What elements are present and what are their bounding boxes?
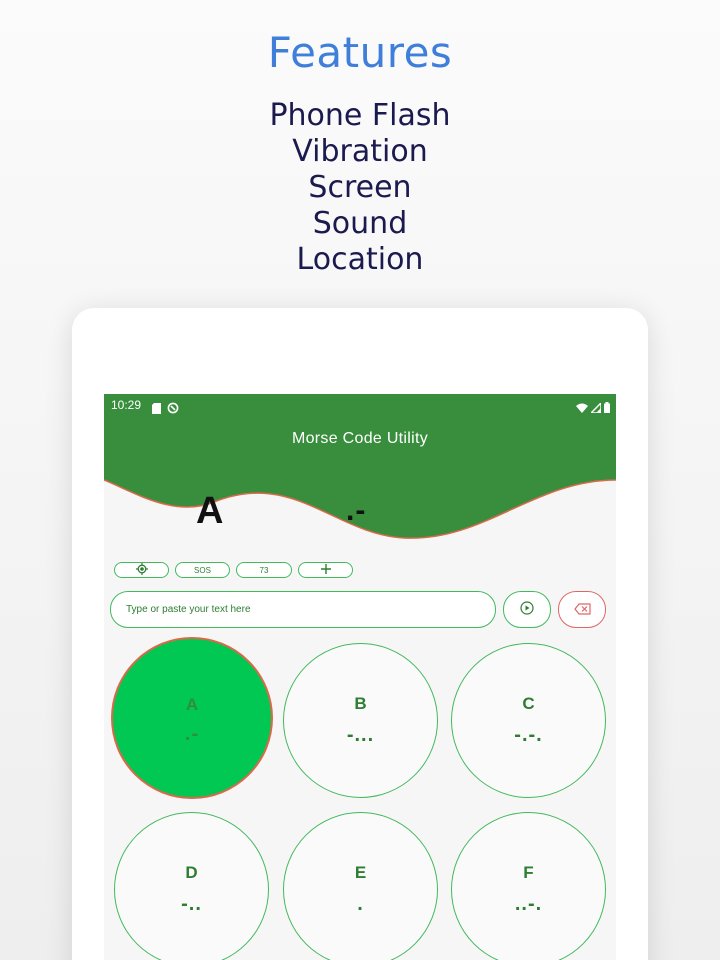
key-letter: F — [523, 863, 534, 882]
key-c[interactable]: C -.-. — [451, 643, 606, 798]
backspace-icon — [573, 600, 591, 619]
play-button[interactable] — [503, 591, 551, 628]
key-b[interactable]: B -... — [283, 643, 438, 798]
promo-title: Features — [267, 28, 453, 77]
wifi-icon — [576, 398, 588, 417]
key-letter: B — [354, 694, 367, 713]
feature-item: Phone Flash — [269, 98, 451, 133]
status-time: 10:29 — [111, 398, 142, 412]
feature-item: Location — [296, 242, 424, 277]
feature-list: Phone Flash Vibration Screen Sound Locat… — [0, 98, 720, 278]
feature-item: Vibration — [292, 134, 428, 169]
location-chip[interactable] — [114, 562, 169, 578]
app-title: Morse Code Utility — [291, 430, 429, 447]
feature-item: Sound — [312, 206, 408, 241]
key-morse: -.. — [181, 893, 202, 915]
key-letter: C — [522, 694, 535, 713]
play-circle-icon — [520, 600, 534, 619]
key-morse: . — [357, 893, 364, 915]
status-bar: 10:29 — [104, 394, 616, 416]
key-d[interactable]: D -.. — [114, 812, 269, 960]
text-input[interactable] — [110, 591, 496, 628]
key-e[interactable]: E . — [283, 812, 438, 960]
app-bar: Morse Code Utility — [104, 416, 616, 463]
feature-item: Screen — [308, 170, 412, 205]
clear-button[interactable] — [558, 591, 606, 628]
plus-icon — [320, 564, 331, 576]
key-morse: .- — [184, 723, 200, 745]
location-target-icon — [135, 563, 148, 577]
battery-icon — [604, 398, 610, 417]
app-screen: 10:29 Morse Code Utility A .- SOS 73 Typ… — [104, 394, 616, 960]
key-letter: D — [185, 863, 198, 882]
key-f[interactable]: F ..-. — [451, 812, 606, 960]
sos-chip[interactable]: SOS — [175, 562, 230, 578]
current-letter: A — [196, 490, 224, 532]
add-chip[interactable] — [298, 562, 353, 578]
key-morse: -.-. — [514, 724, 543, 746]
key-letter: A — [185, 695, 199, 714]
signal-icon — [589, 398, 602, 417]
key-morse: -... — [346, 724, 375, 746]
key-letter: E — [354, 863, 367, 882]
seventy-three-chip[interactable]: 73 — [236, 562, 292, 578]
key-morse: ..-. — [514, 893, 543, 915]
key-a[interactable]: A .- — [111, 637, 273, 799]
current-morse: .- — [346, 494, 367, 527]
